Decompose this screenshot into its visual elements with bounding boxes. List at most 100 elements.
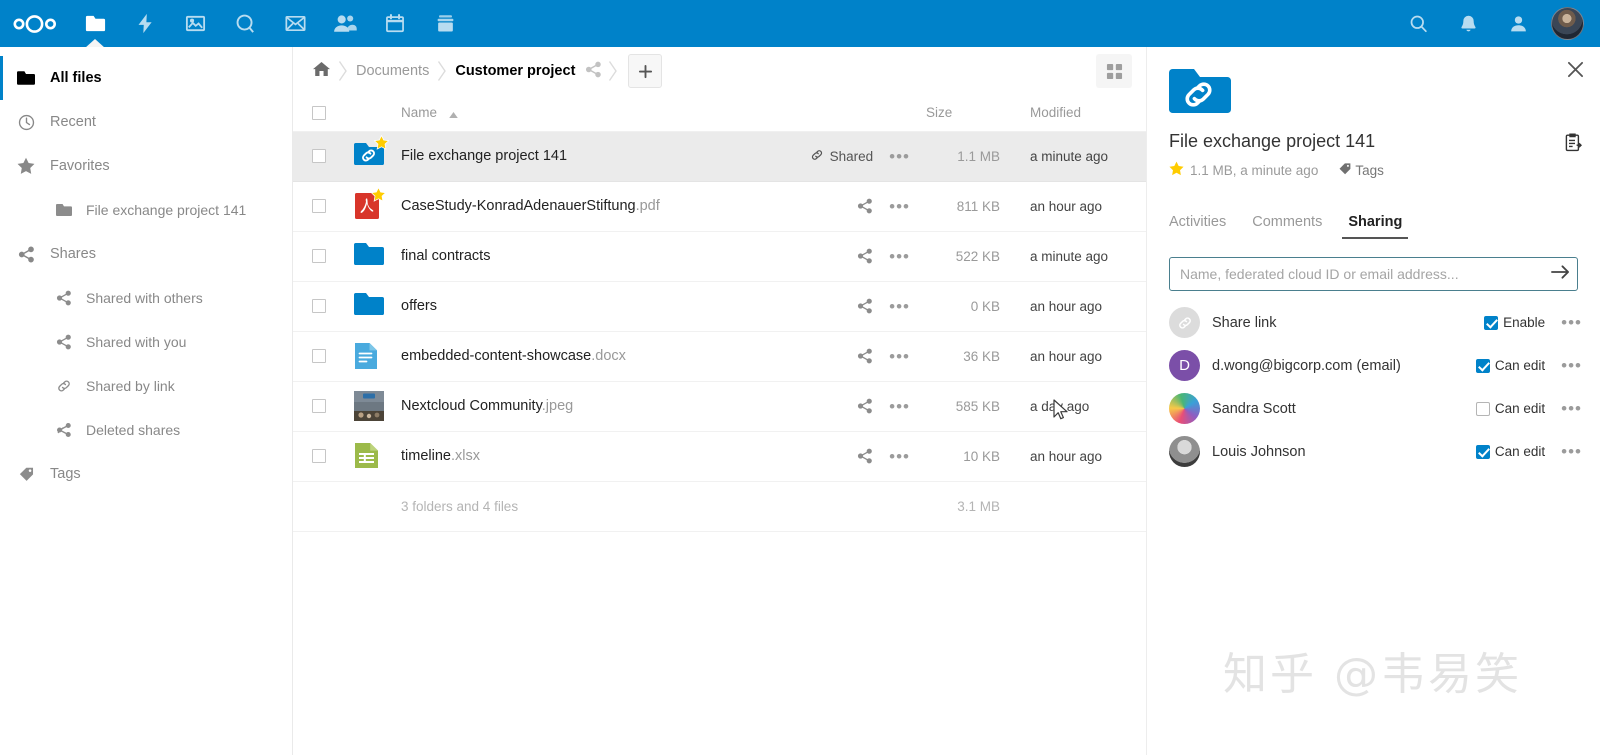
permission-toggle[interactable]: Enable xyxy=(1484,315,1545,330)
share-icon[interactable] xyxy=(857,298,873,314)
sidebar-item-deleted-shares[interactable]: Deleted shares xyxy=(0,408,292,452)
breadcrumb-item-documents[interactable]: Documents xyxy=(350,63,435,79)
sidebar-item-recent[interactable]: Recent xyxy=(0,100,292,144)
row-menu-button[interactable]: ••• xyxy=(879,148,920,165)
row-menu-button[interactable]: ••• xyxy=(879,398,920,415)
row-menu-button[interactable]: ••• xyxy=(879,348,920,365)
search-icon[interactable] xyxy=(1393,0,1443,47)
sidebar-item-favorites[interactable]: Favorites xyxy=(0,144,292,188)
file-name-text: CaseStudy-KonradAdenauerStiftung xyxy=(401,198,636,214)
sidebar-item-shares[interactable]: Shares xyxy=(0,232,292,276)
nav-photos[interactable] xyxy=(170,0,220,47)
row-checkbox[interactable] xyxy=(312,349,326,363)
list-item[interactable]: Share link Enable ••• xyxy=(1169,301,1582,344)
table-row[interactable]: File exchange project 141 Shared ••• 1.1… xyxy=(293,131,1146,182)
row-actions-cell: Shared ••• xyxy=(811,131,926,182)
favorite-star-icon[interactable] xyxy=(1169,161,1184,179)
sidebar-item-tags[interactable]: Tags xyxy=(0,452,292,496)
share-icon[interactable] xyxy=(857,248,873,264)
row-menu-button[interactable]: ••• xyxy=(879,198,920,215)
nav-files[interactable] xyxy=(70,0,120,47)
row-checkbox[interactable] xyxy=(312,399,326,413)
image-thumb-icon xyxy=(354,391,384,421)
share-icon[interactable] xyxy=(857,198,873,214)
breadcrumb-item-customer-project[interactable]: Customer project xyxy=(449,63,581,79)
permission-checkbox[interactable] xyxy=(1475,444,1490,459)
name-column-header[interactable]: Name xyxy=(393,95,818,132)
nav-deck[interactable] xyxy=(420,0,470,47)
row-menu-button[interactable]: ••• xyxy=(879,448,920,465)
list-item[interactable]: Sandra Scott Can edit ••• xyxy=(1169,387,1582,430)
breadcrumb-share-icon[interactable] xyxy=(581,61,606,82)
row-name-cell[interactable]: timeline.xlsx xyxy=(393,431,818,482)
share-menu-button[interactable]: ••• xyxy=(1561,357,1582,374)
table-row[interactable]: timeline.xlsx ••• 10 KB an hour ago xyxy=(293,431,1146,482)
list-item[interactable]: D d.wong@bigcorp.com (email) Can edit ••… xyxy=(1169,344,1582,387)
nextcloud-logo-icon[interactable] xyxy=(0,13,70,35)
permission-toggle[interactable]: Can edit xyxy=(1475,358,1545,373)
list-item[interactable]: Louis Johnson Can edit ••• xyxy=(1169,430,1582,473)
permission-checkbox[interactable] xyxy=(1484,315,1499,330)
row-checkbox[interactable] xyxy=(312,299,326,313)
sidebar-item-file-exchange-project-141[interactable]: File exchange project 141 xyxy=(0,188,292,232)
permission-toggle[interactable]: Can edit xyxy=(1475,444,1545,459)
share-menu-button[interactable]: ••• xyxy=(1561,400,1582,417)
modified-column-header[interactable]: Modified xyxy=(1022,95,1146,132)
nav-search-circle[interactable] xyxy=(220,0,270,47)
row-menu-button[interactable]: ••• xyxy=(879,298,920,315)
row-icon-cell xyxy=(345,231,393,282)
share-input[interactable] xyxy=(1169,257,1578,291)
sidebar-item-shared-with-others[interactable]: Shared with others xyxy=(0,276,292,320)
new-file-button[interactable] xyxy=(628,54,663,88)
permission-toggle[interactable]: Can edit xyxy=(1475,401,1545,416)
breadcrumb-home[interactable] xyxy=(303,61,336,81)
row-name-cell[interactable]: File exchange project 141 xyxy=(393,131,818,182)
sidebar-item-shared-by-link[interactable]: Shared by link xyxy=(0,364,292,408)
permission-checkbox[interactable] xyxy=(1475,358,1490,373)
submit-arrow-icon[interactable] xyxy=(1551,264,1570,285)
shared-status-button[interactable]: Shared xyxy=(810,148,873,165)
table-row[interactable]: embedded-content-showcase.docx ••• 36 KB… xyxy=(293,331,1146,382)
tags-button[interactable]: Tags xyxy=(1338,162,1384,179)
tab-activities[interactable]: Activities xyxy=(1169,214,1226,239)
share-icon[interactable] xyxy=(857,348,873,364)
row-menu-button[interactable]: ••• xyxy=(879,248,920,265)
row-name-cell[interactable]: CaseStudy-KonradAdenauerStiftung.pdf xyxy=(393,181,818,232)
size-column-header[interactable]: Size xyxy=(926,95,1022,132)
row-checkbox[interactable] xyxy=(312,149,326,163)
select-all-checkbox[interactable] xyxy=(312,105,326,120)
table-row[interactable]: CaseStudy-KonradAdenauerStiftung.pdf •••… xyxy=(293,181,1146,232)
notifications-bell-icon[interactable] xyxy=(1443,0,1493,47)
tab-comments[interactable]: Comments xyxy=(1252,214,1322,239)
close-icon[interactable] xyxy=(1567,61,1584,83)
row-checkbox[interactable] xyxy=(312,449,326,463)
permission-label: Enable xyxy=(1503,315,1546,330)
row-name-cell[interactable]: offers xyxy=(393,281,818,332)
share-menu-button[interactable]: ••• xyxy=(1561,443,1582,460)
row-name-cell[interactable]: embedded-content-showcase.docx xyxy=(393,331,818,382)
nav-mail[interactable] xyxy=(270,0,320,47)
row-checkbox[interactable] xyxy=(312,199,326,213)
share-menu-button[interactable]: ••• xyxy=(1561,314,1582,331)
sidebar-item-all-files[interactable]: All files xyxy=(0,56,292,100)
sidebar-item-shared-with-you[interactable]: Shared with you xyxy=(0,320,292,364)
tag-icon xyxy=(10,466,42,483)
avatar[interactable] xyxy=(1551,7,1584,40)
table-row[interactable]: offers ••• 0 KB an hour ago xyxy=(293,281,1146,332)
permission-checkbox[interactable] xyxy=(1475,401,1490,416)
sidebar-item-label: All files xyxy=(50,70,102,86)
grid-view-toggle-button[interactable] xyxy=(1096,54,1132,88)
row-name-cell[interactable]: Nextcloud Community.jpeg xyxy=(393,381,818,432)
row-name-cell[interactable]: final contracts xyxy=(393,231,818,282)
share-icon[interactable] xyxy=(857,448,873,464)
nav-calendar[interactable] xyxy=(370,0,420,47)
table-row[interactable]: Nextcloud Community.jpeg ••• 585 KB a da… xyxy=(293,381,1146,432)
row-checkbox[interactable] xyxy=(312,249,326,263)
contacts-menu-icon[interactable] xyxy=(1493,0,1543,47)
share-icon[interactable] xyxy=(857,398,873,414)
nav-contacts[interactable] xyxy=(320,0,370,47)
table-row[interactable]: final contracts ••• 522 KB a minute ago xyxy=(293,231,1146,282)
tab-sharing[interactable]: Sharing xyxy=(1342,214,1409,239)
nav-activity[interactable] xyxy=(120,0,170,47)
copy-to-clipboard-icon[interactable] xyxy=(1564,133,1582,157)
